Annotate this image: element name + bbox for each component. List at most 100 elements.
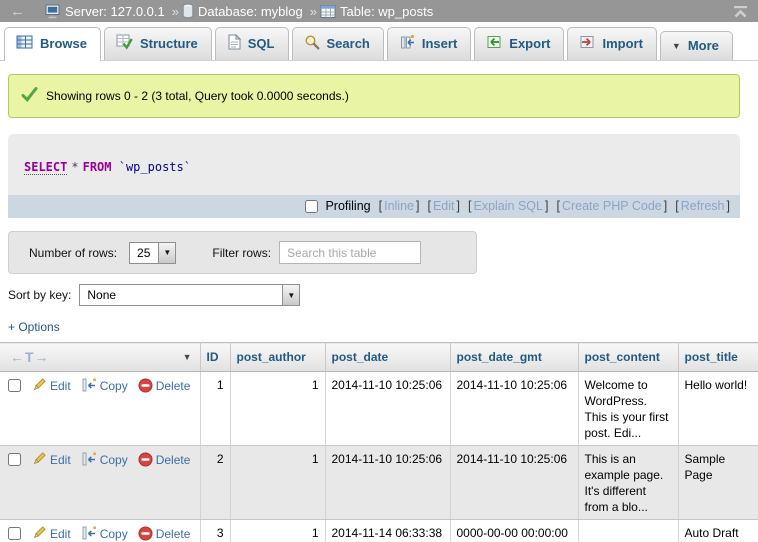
create-php-link[interactable]: Create PHP Code xyxy=(562,199,662,213)
edit-query-link[interactable]: Edit xyxy=(433,199,455,213)
database-icon xyxy=(182,3,194,19)
filter-rows-input[interactable] xyxy=(279,241,421,264)
server-icon xyxy=(45,3,61,19)
bracket: ] xyxy=(457,199,460,213)
breadcrumb-database[interactable]: Database: myblog xyxy=(198,4,303,19)
copy-link[interactable]: Copy xyxy=(100,527,128,541)
rows-count-select[interactable]: 25 ▼ xyxy=(129,242,176,264)
copy-link[interactable]: Copy xyxy=(100,453,128,467)
cell-post-author: 1 xyxy=(230,446,325,520)
tab-export[interactable]: Export xyxy=(474,27,564,60)
cell-post-author: 1 xyxy=(230,520,325,542)
tab-browse[interactable]: Browse xyxy=(4,27,101,61)
cell-post-date-gmt: 2014-11-10 10:25:06 xyxy=(450,446,578,520)
row-checkbox[interactable] xyxy=(8,379,21,392)
results-table: ←T→ ▼ ID post_author post_date post_date… xyxy=(0,342,758,542)
collapse-icon[interactable] xyxy=(733,5,748,18)
number-of-rows-label: Number of rows: xyxy=(29,246,117,260)
delete-icon xyxy=(138,530,153,542)
tab-sql[interactable]: SQL xyxy=(215,27,289,60)
profiling-label: Profiling xyxy=(325,199,370,213)
copy-icon xyxy=(81,382,97,396)
profiling-checkbox[interactable] xyxy=(305,200,318,213)
table-row: Edit Copy Delete 2 1 2014-11-10 10:25:06 2… xyxy=(0,446,758,520)
tab-more[interactable]: ▼ More xyxy=(660,31,733,60)
structure-icon xyxy=(116,34,133,53)
import-icon xyxy=(579,34,595,53)
breadcrumb-separator: » xyxy=(172,4,179,19)
cell-post-date: 2014-11-10 10:25:06 xyxy=(325,372,450,446)
refresh-link[interactable]: Refresh xyxy=(681,199,725,213)
tab-label: Structure xyxy=(140,36,198,51)
table-row: EditCopyDelete 3 1 2014-11-14 06:33:38 0… xyxy=(0,520,758,542)
sql-icon xyxy=(227,34,241,53)
column-header-id[interactable]: ID xyxy=(200,343,230,372)
success-text: Showing rows 0 - 2 (3 total, Query took … xyxy=(46,89,349,103)
tab-import[interactable]: Import xyxy=(567,27,656,60)
row-checkbox[interactable] xyxy=(8,453,21,466)
explain-sql-link[interactable]: Explain SQL xyxy=(473,199,542,213)
row-checkbox[interactable] xyxy=(8,527,21,540)
column-header-post-date[interactable]: post_date xyxy=(325,343,450,372)
sort-controls: Sort by key: None ▼ xyxy=(8,284,758,306)
column-header-post-date-gmt[interactable]: post_date_gmt xyxy=(450,343,578,372)
tab-label: SQL xyxy=(248,36,275,51)
bracket: [ xyxy=(556,199,559,213)
query-panel: SELECT*FROM `wp_posts` Profiling [Inline… xyxy=(8,134,740,218)
cell-post-date: 2014-11-10 10:25:06 xyxy=(325,446,450,520)
search-icon xyxy=(304,34,320,53)
delete-link[interactable]: Delete xyxy=(156,379,191,393)
breadcrumb-server[interactable]: Server: 127.0.0.1 xyxy=(65,4,165,19)
cell-post-content xyxy=(578,520,678,542)
delete-link[interactable]: Delete xyxy=(156,527,191,541)
copy-icon xyxy=(81,530,97,542)
cell-post-title: Auto Draft xyxy=(678,520,758,542)
cell-id: 2 xyxy=(200,446,230,520)
edit-link[interactable]: Edit xyxy=(50,379,71,393)
tab-label: Insert xyxy=(422,36,457,51)
breadcrumb-table[interactable]: Table: wp_posts xyxy=(340,4,433,19)
sort-key-select[interactable]: None ▼ xyxy=(79,284,300,306)
bracket: ] xyxy=(416,199,419,213)
bracket: ] xyxy=(664,199,667,213)
cell-post-date-gmt: 2014-11-10 10:25:06 xyxy=(450,372,578,446)
tab-label: Browse xyxy=(40,36,87,51)
back-arrow-icon[interactable]: ← xyxy=(10,3,25,20)
inline-link[interactable]: Inline xyxy=(384,199,414,213)
actions-header: ←T→ ▼ xyxy=(0,343,200,372)
copy-icon xyxy=(81,456,97,470)
sort-dropdown-icon[interactable]: ▼ xyxy=(183,352,192,362)
tab-structure[interactable]: Structure xyxy=(104,27,212,60)
explain-sql-link-group: [Explain SQL] xyxy=(468,199,548,213)
breadcrumb-separator: » xyxy=(310,4,317,19)
browse-icon xyxy=(16,34,33,53)
sql-star: * xyxy=(71,160,78,174)
bracket: [ xyxy=(468,199,471,213)
row-actions: Edit Copy Delete xyxy=(0,520,200,542)
sql-identifier: `wp_posts` xyxy=(119,160,191,174)
column-header-post-title[interactable]: post_title xyxy=(678,343,758,372)
tab-insert[interactable]: Insert xyxy=(387,27,471,60)
column-header-post-author[interactable]: post_author xyxy=(230,343,325,372)
edit-link[interactable]: Edit xyxy=(50,527,71,541)
sql-keyword[interactable]: SELECT xyxy=(24,160,67,175)
insert-icon xyxy=(399,34,415,53)
dropdown-arrow-icon: ▼ xyxy=(282,285,299,305)
tab-search[interactable]: Search xyxy=(292,27,384,60)
column-move-control[interactable]: ←T→ xyxy=(10,349,50,365)
column-header-post-content[interactable]: post_content xyxy=(578,343,678,372)
options-toggle[interactable]: + Options xyxy=(8,320,60,334)
query-actions-bar: Profiling [Inline] [Edit] [Explain SQL] … xyxy=(8,195,740,218)
edit-link[interactable]: Edit xyxy=(50,453,71,467)
edit-pencil-icon xyxy=(31,456,47,470)
inline-link-group: [Inline] xyxy=(379,199,420,213)
tab-bar: Browse Structure SQL Search Insert Expor… xyxy=(0,22,758,61)
export-icon xyxy=(486,34,502,53)
tab-label: Import xyxy=(602,36,642,51)
create-php-link-group: [Create PHP Code] xyxy=(556,199,667,213)
delete-link[interactable]: Delete xyxy=(156,453,191,467)
tab-label: Export xyxy=(509,36,550,51)
delete-icon xyxy=(138,382,153,396)
cell-post-author: 1 xyxy=(230,372,325,446)
copy-link[interactable]: Copy xyxy=(100,379,128,393)
